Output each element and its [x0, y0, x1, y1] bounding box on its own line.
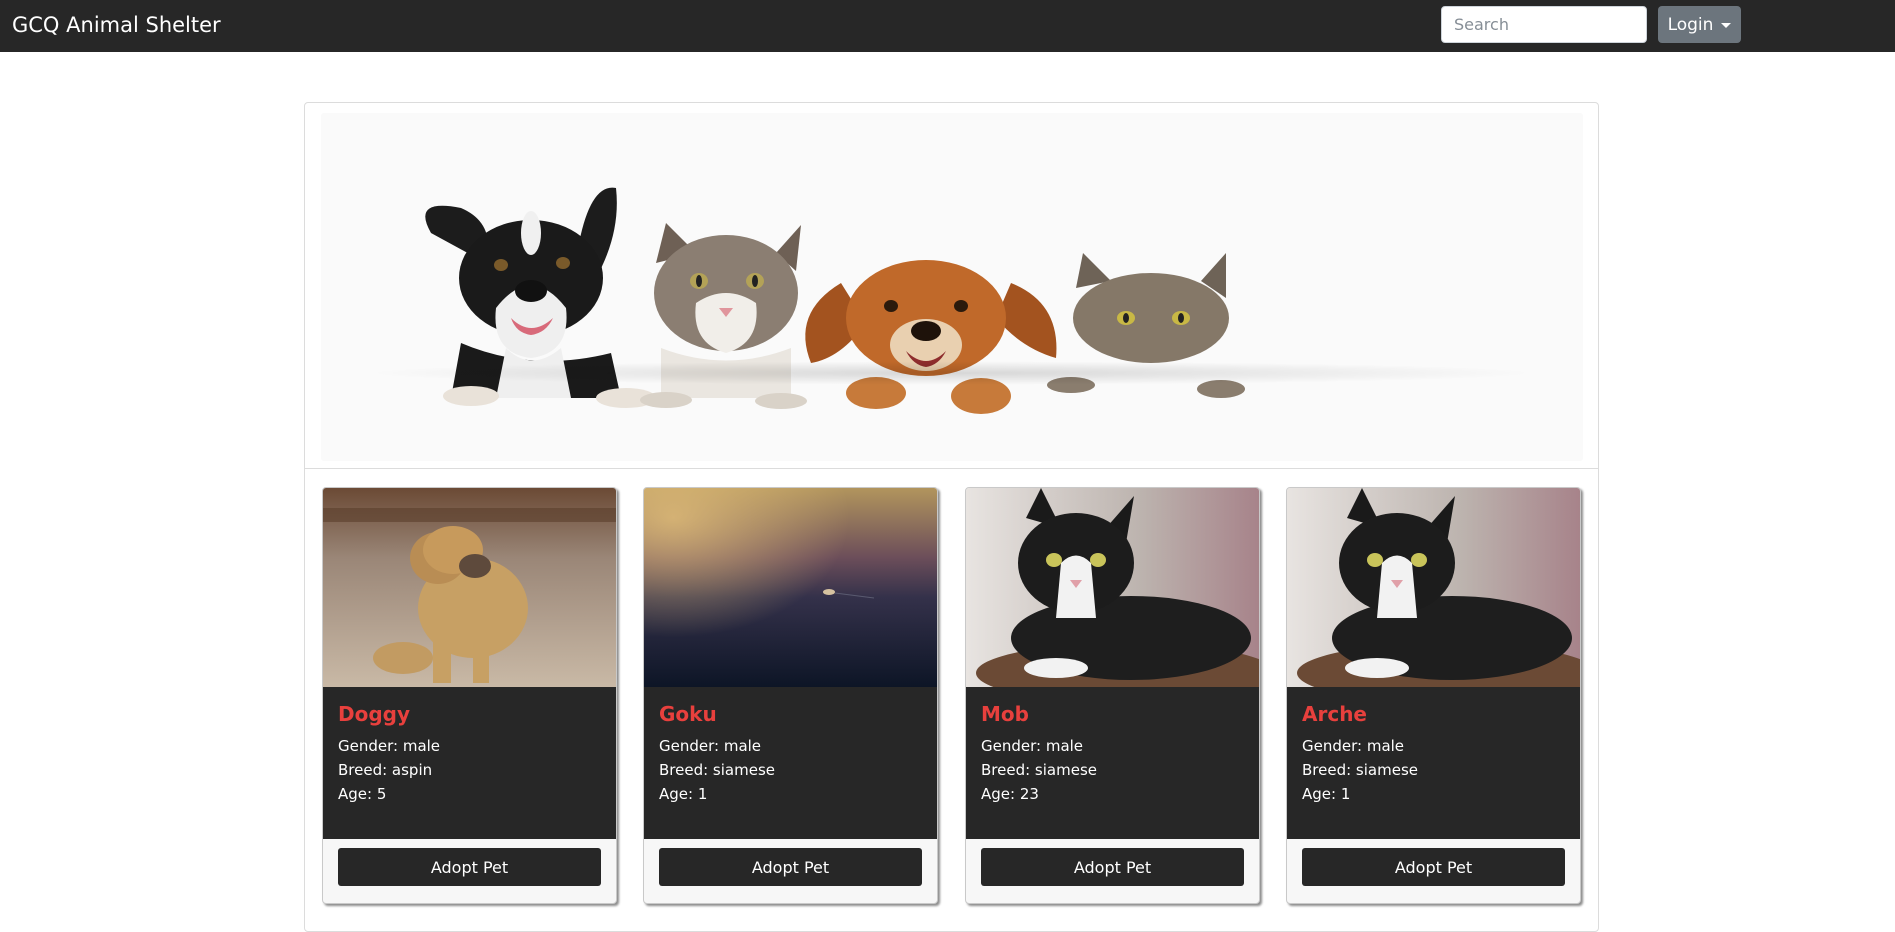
pet-card-arche: Arche Gender: male Breed: siamese Age: 1…: [1286, 487, 1581, 904]
adopt-pet-button[interactable]: Adopt Pet: [981, 848, 1244, 886]
pets-peeking-illustration: [425, 187, 1245, 414]
login-dropdown-button[interactable]: Login: [1658, 6, 1741, 43]
pet-info-panel: Doggy Gender: male Breed: aspin Age: 5: [323, 687, 616, 839]
pet-breed: Breed: siamese: [981, 761, 1097, 779]
tuxedo-cat-photo-icon: [1287, 488, 1580, 687]
banner-shadow: [361, 361, 1541, 385]
pet-age: Age: 5: [338, 785, 387, 803]
pet-name[interactable]: Doggy: [338, 702, 410, 726]
pet-age: Age: 1: [1302, 785, 1351, 803]
pet-info-panel: Goku Gender: male Breed: siamese Age: 1: [644, 687, 937, 839]
pet-card-mob: Mob Gender: male Breed: siamese Age: 23 …: [965, 487, 1260, 904]
pet-info-panel: Mob Gender: male Breed: siamese Age: 23: [966, 687, 1259, 839]
caret-down-icon: [1721, 23, 1732, 28]
pet-photo-doggy[interactable]: [323, 488, 616, 687]
pet-gender: Gender: male: [659, 737, 762, 755]
dog-photo-icon: [323, 488, 616, 687]
pet-gender: Gender: male: [1302, 737, 1405, 755]
pet-gender: Gender: male: [338, 737, 441, 755]
pet-name[interactable]: Mob: [981, 702, 1029, 726]
pet-card-goku: Goku Gender: male Breed: siamese Age: 1 …: [643, 487, 938, 904]
adopt-pet-button[interactable]: Adopt Pet: [338, 848, 601, 886]
sunset-sea-photo-icon: [644, 488, 937, 687]
pet-breed: Breed: siamese: [1302, 761, 1418, 779]
top-navbar: GCQ Animal Shelter Login: [0, 0, 1895, 52]
pet-age: Age: 23: [981, 785, 1039, 803]
pet-gender: Gender: male: [981, 737, 1084, 755]
pet-photo-goku[interactable]: [644, 488, 937, 687]
pet-name[interactable]: Goku: [659, 702, 717, 726]
pet-name[interactable]: Arche: [1302, 702, 1367, 726]
brand-title[interactable]: GCQ Animal Shelter: [12, 12, 221, 38]
pet-photo-mob[interactable]: [966, 488, 1259, 687]
hero-banner-image: [321, 113, 1583, 461]
pet-breed: Breed: aspin: [338, 761, 433, 779]
search-input[interactable]: [1441, 6, 1647, 43]
adopt-pet-button[interactable]: Adopt Pet: [659, 848, 922, 886]
pet-age: Age: 1: [659, 785, 708, 803]
tuxedo-cat-photo-icon: [966, 488, 1259, 687]
login-label: Login: [1667, 14, 1714, 35]
pet-photo-arche[interactable]: [1287, 488, 1580, 687]
pet-breed: Breed: siamese: [659, 761, 775, 779]
pet-card-doggy: Doggy Gender: male Breed: aspin Age: 5 A…: [322, 487, 617, 904]
divider: [305, 468, 1598, 469]
pet-info-panel: Arche Gender: male Breed: siamese Age: 1: [1287, 687, 1580, 839]
brown-dog-icon: [805, 260, 1057, 414]
adopt-pet-button[interactable]: Adopt Pet: [1302, 848, 1565, 886]
